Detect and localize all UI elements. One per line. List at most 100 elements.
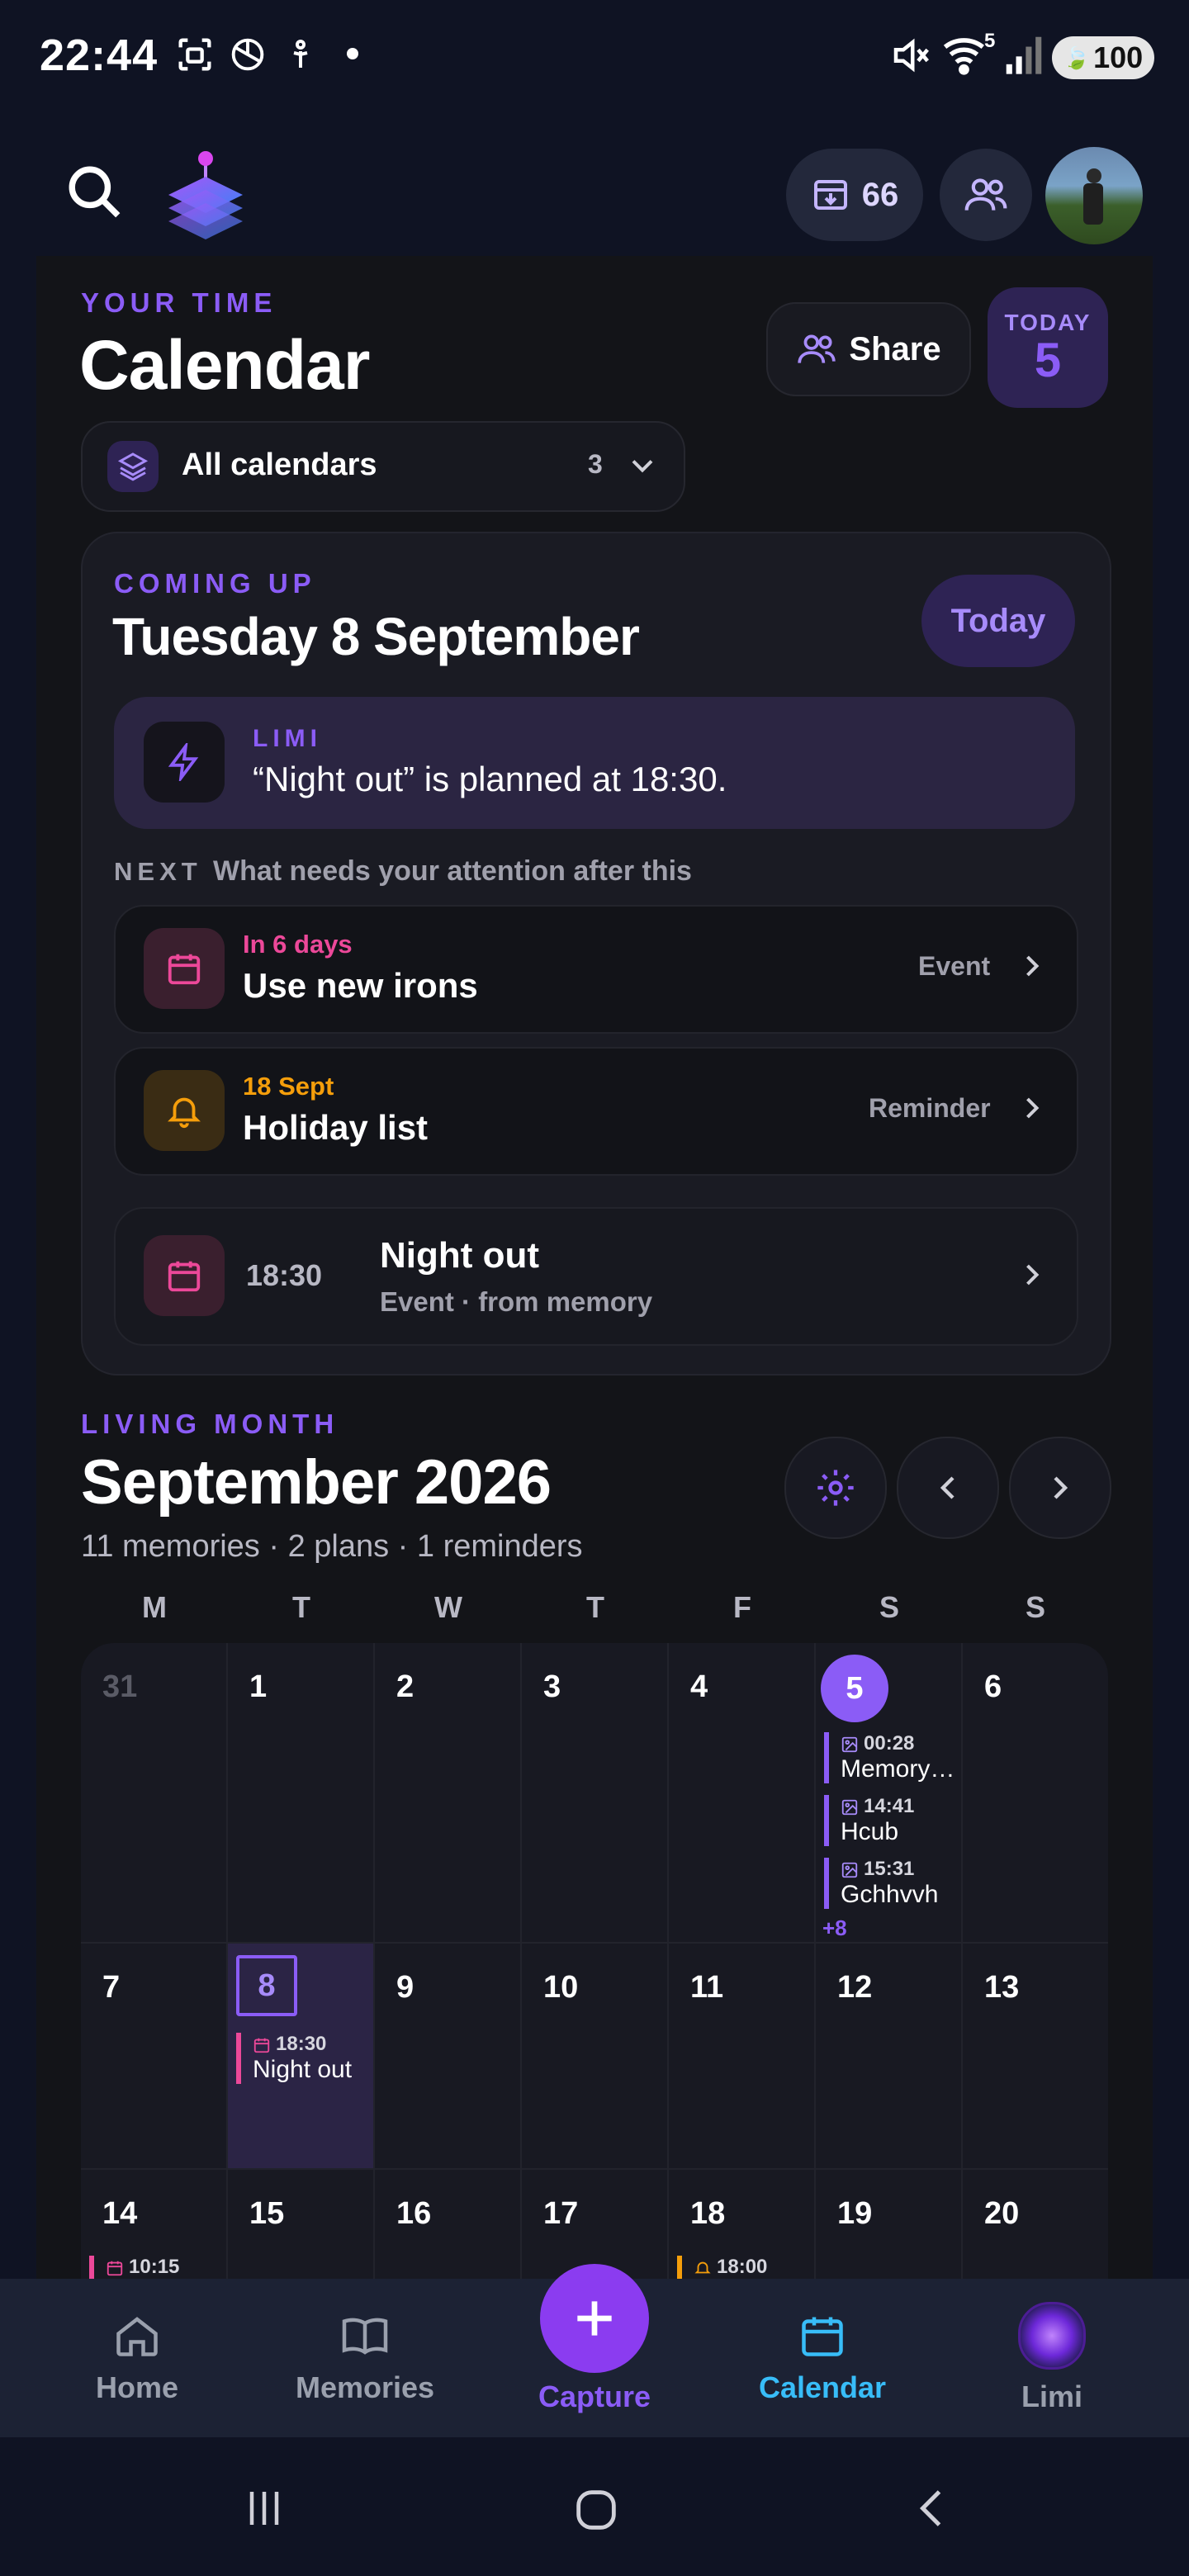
calendar-selector-label: All calendars bbox=[182, 447, 377, 482]
weekday-label: T bbox=[586, 1590, 604, 1624]
next-label: NEXT bbox=[114, 857, 202, 886]
coming-up-eyebrow: COMING UP bbox=[114, 568, 316, 599]
limi-suggestion[interactable]: LIMI “Night out” is planned at 18:30. bbox=[114, 697, 1075, 829]
next-item-reminder[interactable]: 18 Sept Holiday list Reminder bbox=[114, 1047, 1078, 1176]
chevron-right-icon bbox=[1040, 1468, 1080, 1508]
book-icon bbox=[339, 2311, 391, 2361]
featured-event-subtitle: Event · from memory bbox=[380, 1286, 653, 1317]
chevron-left-icon bbox=[928, 1468, 968, 1508]
day-cell-today[interactable]: 5 00:28 Memory ... 14:41 Hcub 15:31 Gchh… bbox=[816, 1643, 963, 1944]
nav-memories[interactable]: Memories bbox=[266, 2279, 464, 2437]
calendar-event[interactable]: 00:28 Memory ... bbox=[824, 1732, 956, 1783]
nav-home[interactable]: Home bbox=[38, 2279, 236, 2437]
calendar-reminder[interactable]: 18:00 bbox=[677, 2256, 809, 2279]
inbox-count: 66 bbox=[861, 176, 899, 213]
featured-event-title: Night out bbox=[380, 1235, 540, 1276]
photo-icon bbox=[841, 1861, 859, 1879]
day-number: 16 bbox=[396, 2196, 432, 2231]
featured-event-time: 18:30 bbox=[246, 1258, 323, 1292]
page-eyebrow: YOUR TIME bbox=[81, 287, 277, 318]
screenshot-icon bbox=[173, 33, 216, 76]
month-summary: 11 memories · 2 plans · 1 reminders bbox=[81, 1529, 583, 1564]
calendar-count: 3 bbox=[588, 449, 603, 479]
day-number: 3 bbox=[543, 1669, 561, 1704]
chevron-right-icon bbox=[1014, 1090, 1050, 1126]
day-number: 14 bbox=[102, 2196, 138, 2231]
capture-button[interactable] bbox=[540, 2264, 649, 2373]
day-cell[interactable]: 11 bbox=[669, 1944, 816, 2170]
next-item-when: 18 Sept bbox=[243, 1072, 334, 1101]
day-number: 9 bbox=[396, 1970, 414, 2005]
calendar-event[interactable]: 18:30 Night out bbox=[236, 2033, 368, 2084]
event-time: 14:41 bbox=[864, 1795, 915, 1817]
lightning-icon bbox=[144, 722, 225, 803]
day-cell[interactable]: 7 bbox=[81, 1944, 228, 2170]
previous-month-button[interactable] bbox=[897, 1437, 999, 1539]
bottom-nav: Home Memories Capture Calendar Limi bbox=[0, 2264, 1189, 2437]
weekday-label: F bbox=[733, 1590, 751, 1624]
today-badge[interactable]: TODAY 5 bbox=[988, 287, 1108, 408]
next-item-event[interactable]: In 6 days Use new irons Event bbox=[114, 905, 1078, 1034]
home-gesture-icon[interactable] bbox=[570, 2484, 623, 2536]
next-item-title: Holiday list bbox=[243, 1108, 429, 1147]
signal-icon bbox=[1004, 33, 1044, 76]
notification-dot bbox=[347, 48, 358, 59]
day-cell[interactable]: 1 bbox=[228, 1643, 375, 1944]
calendar-event[interactable]: 10:15 bbox=[89, 2256, 221, 2279]
accessibility-icon bbox=[281, 33, 320, 76]
calendar-selector[interactable]: All calendars 3 bbox=[81, 421, 685, 512]
day-cell[interactable]: 6 bbox=[963, 1643, 1108, 1944]
people-button[interactable] bbox=[940, 149, 1032, 241]
event-name: Hcub bbox=[841, 1818, 899, 1845]
app-logo[interactable] bbox=[162, 147, 249, 243]
share-button[interactable]: Share bbox=[766, 302, 971, 396]
day-cell[interactable]: 9 bbox=[375, 1944, 522, 2170]
battery-leaf-icon: 🍃 bbox=[1063, 45, 1091, 70]
living-month-eyebrow: LIVING MONTH bbox=[81, 1409, 339, 1439]
chevron-right-icon bbox=[1014, 1257, 1050, 1293]
day-cell-selected[interactable]: 8 18:30 Night out bbox=[228, 1944, 375, 2170]
back-icon[interactable] bbox=[908, 2484, 958, 2533]
day-cell[interactable]: 12 bbox=[816, 1944, 963, 2170]
day-number: 1 bbox=[249, 1669, 268, 1704]
day-number: 11 bbox=[690, 1970, 724, 2005]
day-cell[interactable]: 2 bbox=[375, 1643, 522, 1944]
home-icon bbox=[112, 2311, 162, 2361]
calendar-icon bbox=[798, 2311, 847, 2361]
day-cell[interactable]: 13 bbox=[963, 1944, 1108, 2170]
weekday-label: S bbox=[879, 1590, 899, 1624]
nav-limi[interactable]: Limi bbox=[953, 2279, 1151, 2437]
next-item-kind: Reminder bbox=[869, 1093, 991, 1123]
nav-calendar[interactable]: Calendar bbox=[723, 2279, 921, 2437]
day-number: 6 bbox=[984, 1669, 1002, 1704]
day-cell[interactable]: 4 bbox=[669, 1643, 816, 1944]
people-icon bbox=[796, 329, 837, 370]
selected-day-marker: 8 bbox=[236, 1955, 297, 2016]
next-month-button[interactable] bbox=[1009, 1437, 1111, 1539]
calendar-event[interactable]: 14:41 Hcub bbox=[824, 1795, 956, 1846]
more-events-link[interactable]: +8 bbox=[822, 1915, 847, 1941]
chevron-right-icon bbox=[1014, 948, 1050, 984]
search-icon[interactable] bbox=[64, 162, 126, 223]
calendar-event[interactable]: 15:31 Gchhvvh bbox=[824, 1858, 956, 1909]
next-item-title: Use new irons bbox=[243, 966, 478, 1005]
recent-apps-icon[interactable] bbox=[239, 2484, 289, 2533]
day-cell[interactable]: 10 bbox=[522, 1944, 669, 2170]
day-cell[interactable]: 31 bbox=[81, 1643, 228, 1944]
today-button[interactable]: Today bbox=[921, 575, 1075, 667]
photo-icon bbox=[841, 1798, 859, 1816]
event-time: 18:00 bbox=[717, 2256, 768, 2278]
avatar[interactable] bbox=[1045, 147, 1143, 244]
inbox-button[interactable]: 66 bbox=[786, 149, 923, 241]
featured-event[interactable]: 18:30 Night out Event · from memory bbox=[114, 1207, 1078, 1346]
nav-capture-label[interactable]: Capture bbox=[495, 2379, 694, 2414]
mute-icon bbox=[888, 33, 933, 78]
event-name: Gchhvvh bbox=[841, 1881, 939, 1908]
day-cell[interactable]: 3 bbox=[522, 1643, 669, 1944]
calendar-icon bbox=[144, 1235, 225, 1316]
month-settings-button[interactable] bbox=[784, 1437, 887, 1539]
status-bar: 22:44 5 🍃 100 bbox=[0, 0, 1189, 116]
battery-indicator: 🍃 100 bbox=[1052, 36, 1154, 79]
battery-level: 100 bbox=[1093, 40, 1144, 74]
weekday-label: M bbox=[142, 1590, 167, 1624]
